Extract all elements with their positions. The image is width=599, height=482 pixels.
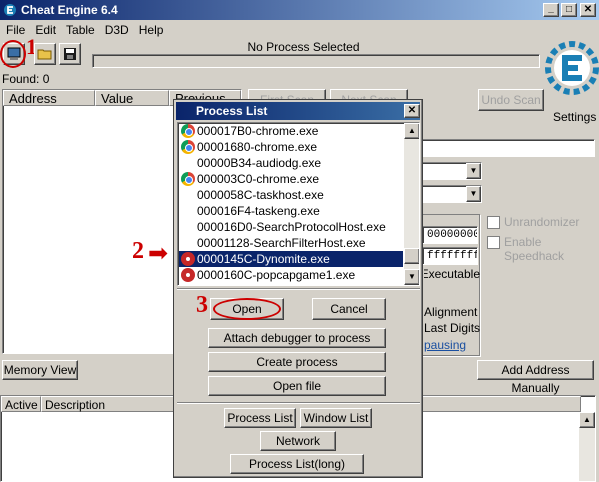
menu-table[interactable]: Table [61, 21, 100, 39]
open-file-dialog-button[interactable]: Open file [208, 376, 386, 396]
menu-help[interactable]: Help [134, 21, 169, 39]
process-row[interactable]: 0000160C-popcapgame1.exe [179, 267, 403, 283]
step-1-marker [0, 40, 26, 68]
chrome-icon [181, 172, 195, 186]
scan-type-select[interactable]: ▼ [420, 162, 482, 180]
process-row[interactable]: 000016D0-SearchProtocolHost.exe [179, 219, 403, 235]
process-name: 000003C0-chrome.exe [197, 172, 320, 186]
dialog-title: Process List [196, 104, 268, 118]
speedhack-checkbox[interactable] [487, 236, 500, 249]
undo-scan-button[interactable]: Undo Scan [478, 89, 544, 111]
process-row[interactable]: 00001680-chrome.exe [179, 139, 403, 155]
chrome-icon [181, 124, 195, 138]
process-name: 00001680-chrome.exe [197, 140, 318, 154]
dialog-separator-2 [177, 402, 420, 404]
chrome-icon [181, 140, 195, 154]
process-name: 000016F4-taskeng.exe [197, 204, 320, 218]
start-address-input[interactable]: 00000000 [422, 226, 478, 244]
open-file-button[interactable] [34, 43, 56, 65]
process-row[interactable]: 00001128-SearchFilterHost.exe [179, 235, 403, 251]
process-name: 00000B34-audiodg.exe [197, 156, 322, 170]
main-title-bar: Cheat Engine 6.4 _ □ ✕ [0, 0, 599, 20]
found-count: Found: 0 [2, 72, 50, 86]
folder-icon [37, 49, 52, 60]
column-address[interactable]: Address [3, 90, 95, 106]
step-2-arrow: ➡ [148, 240, 169, 267]
window-list-tab-button[interactable]: Window List [300, 408, 372, 428]
column-value[interactable]: Value [95, 90, 169, 106]
menu-bar: File Edit Table D3D Help [0, 21, 599, 39]
process-label: No Process Selected [247, 40, 360, 54]
scroll-thumb[interactable] [404, 248, 419, 264]
process-row[interactable]: 000003C0-chrome.exe [179, 171, 403, 187]
column-active[interactable]: Active [1, 396, 41, 412]
process-list-dialog: Process List ✕ 000017B0-chrome.exe 000016… [173, 99, 423, 478]
process-row[interactable]: 000016F4-taskeng.exe [179, 203, 403, 219]
maximize-button[interactable]: □ [561, 3, 577, 17]
process-listbox[interactable]: 000017B0-chrome.exe 00001680-chrome.exe 00… [177, 122, 420, 286]
cheat-engine-logo[interactable] [545, 40, 599, 106]
value-type-select[interactable]: ▼ [420, 185, 482, 203]
process-name: 00001128-SearchFilterHost.exe [197, 236, 366, 250]
process-name: 0000160C-popcapgame1.exe [197, 268, 356, 282]
attach-debugger-button[interactable]: Attach debugger to process [208, 328, 386, 348]
dialog-separator [177, 288, 420, 290]
network-button[interactable]: Network [260, 431, 336, 451]
last-digits-label[interactable]: Last Digits [424, 321, 480, 335]
open-button-highlight [213, 298, 281, 320]
process-name: 0000145C-Dynomite.exe [197, 252, 330, 266]
alignment-label[interactable]: Alignment [424, 305, 477, 319]
process-row[interactable]: 0000058C-taskhost.exe [179, 187, 403, 203]
app-icon [3, 3, 17, 17]
process-list-tab-button[interactable]: Process List [224, 408, 296, 428]
settings-label[interactable]: Settings [553, 110, 596, 124]
dialog-title-bar: Process List ✕ [176, 102, 420, 120]
minimize-button[interactable]: _ [543, 3, 559, 17]
speedhack-label: Enable Speedhack [504, 235, 565, 263]
process-name: 000017B0-chrome.exe [197, 124, 319, 138]
process-list-scrollbar[interactable]: ▲ ▼ [404, 123, 419, 285]
save-button[interactable] [59, 43, 81, 65]
step-3-label: 3 [196, 292, 208, 318]
create-process-button[interactable]: Create process [208, 352, 386, 372]
cancel-button[interactable]: Cancel [312, 298, 386, 320]
unrandomizer-label: Unrandomizer [504, 215, 580, 229]
progress-bar [92, 54, 540, 68]
executable-label[interactable]: Executable [424, 267, 480, 281]
process-name: 000016D0-SearchProtocolHost.exe [197, 220, 386, 234]
add-address-manually-button[interactable]: Add Address Manually [477, 360, 594, 395]
memory-view-button[interactable]: Memory View [2, 360, 78, 380]
dialog-close-button[interactable]: ✕ [404, 104, 420, 118]
stop-address-input[interactable]: ffffffff [422, 247, 478, 265]
close-button[interactable]: ✕ [580, 3, 596, 17]
unrandomizer-checkbox[interactable] [487, 216, 500, 229]
process-name: 0000058C-taskhost.exe [197, 188, 324, 202]
dynomite-icon [181, 268, 195, 282]
menu-d3d[interactable]: D3D [100, 21, 134, 39]
process-row[interactable]: 00000B34-audiodg.exe [179, 155, 403, 171]
process-row-selected[interactable]: 0000145C-Dynomite.exe [179, 251, 403, 267]
window-title: Cheat Engine 6.4 [21, 3, 118, 17]
process-row[interactable]: 000017B0-chrome.exe [179, 123, 403, 139]
scroll-up-icon[interactable]: ▲ [404, 123, 419, 139]
pausing-label[interactable]: pausing [424, 338, 466, 352]
process-list-long-button[interactable]: Process List(long) [230, 454, 364, 474]
save-icon [64, 48, 76, 60]
dynomite-icon [181, 252, 195, 266]
chevron-down-icon: ▼ [466, 186, 481, 202]
chevron-down-icon: ▼ [466, 163, 481, 179]
scroll-down-icon[interactable]: ▼ [404, 269, 419, 285]
scroll-up-icon[interactable]: ▲ [579, 412, 595, 428]
cheat-engine-logo-icon [545, 41, 599, 95]
step-2-label: 2 [132, 238, 144, 264]
value-input[interactable] [420, 139, 595, 157]
address-table-scrollbar[interactable]: ▲ [579, 412, 595, 481]
